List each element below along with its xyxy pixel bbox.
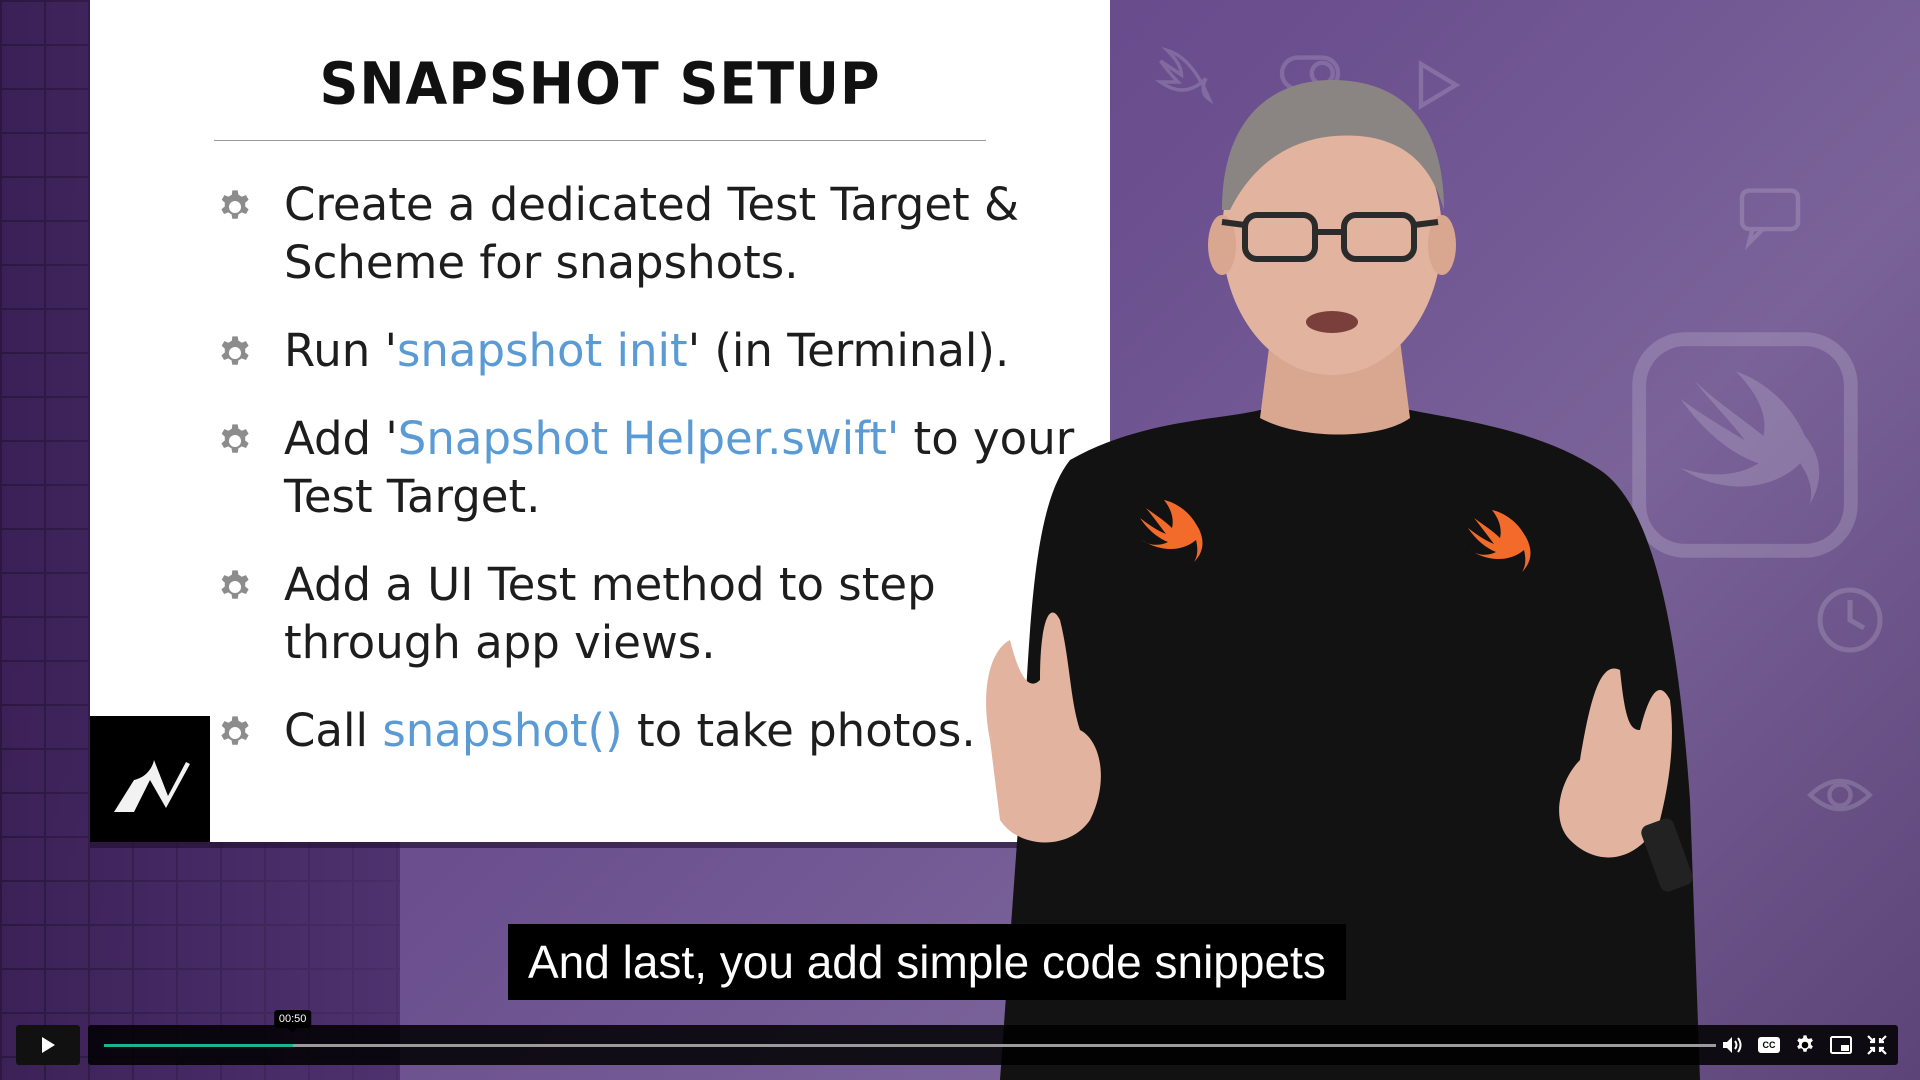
title-divider	[214, 140, 986, 141]
picture-in-picture-button[interactable]	[1830, 1034, 1852, 1056]
play-icon	[42, 1037, 55, 1053]
volume-icon	[1723, 1037, 1742, 1053]
picture-in-picture-icon	[1830, 1036, 1852, 1054]
eye-outline-icon	[1807, 778, 1873, 812]
progress-fill	[104, 1044, 293, 1047]
mouth	[1306, 311, 1358, 333]
player-controls: 00:50 CC	[0, 1010, 1920, 1080]
clock-outline-icon	[1817, 587, 1883, 653]
presentation-slide: SNAPSHOT SETUP Create a dedicated Test T…	[90, 0, 1110, 842]
gear-icon	[1797, 1035, 1813, 1052]
gear-icon	[221, 336, 249, 365]
volume-button[interactable]	[1722, 1034, 1744, 1056]
exit-fullscreen-button[interactable]	[1866, 1034, 1888, 1056]
bullet-text: Add '	[284, 412, 398, 465]
bullet-text: to take photos.	[622, 704, 976, 757]
gear-icon	[221, 570, 249, 599]
chat-outline-icon	[1739, 188, 1801, 250]
bullet-text: Create a dedicated Test Target & Scheme …	[284, 178, 1020, 289]
control-buttons: CC	[1722, 1025, 1888, 1065]
control-bar: 00:50 CC	[88, 1010, 1898, 1065]
gear-icon	[221, 424, 249, 453]
bullet-text: Run '	[284, 324, 397, 377]
settings-button[interactable]	[1794, 1034, 1816, 1056]
play-button[interactable]	[16, 1025, 80, 1065]
bullet-text: Call	[284, 704, 383, 757]
captions-button[interactable]: CC	[1758, 1034, 1780, 1056]
subtitle-caption: And last, you add simple code snippets	[508, 924, 1346, 1000]
video-frame[interactable]: SNAPSHOT SETUP Create a dedicated Test T…	[0, 0, 1920, 1080]
slide-title: SNAPSHOT SETUP	[319, 49, 881, 118]
bullet-text: Add a UI Test method to step through app…	[284, 558, 936, 669]
captions-icon: CC	[1758, 1037, 1780, 1053]
progress-track[interactable]: 00:50	[104, 1010, 1716, 1047]
bullet-code-text: Snapshot Helper.swift'	[397, 412, 900, 465]
exit-fullscreen-icon	[1867, 1035, 1887, 1055]
time-tooltip: 00:50	[273, 1010, 312, 1033]
gear-icon	[221, 190, 249, 219]
bullet-code-text: snapshot()	[382, 704, 623, 757]
gear-icon	[221, 716, 249, 745]
bullet-code-text: snapshot init	[396, 324, 688, 377]
rw-logo-mark-icon	[90, 715, 210, 842]
rw-logo	[90, 715, 210, 842]
